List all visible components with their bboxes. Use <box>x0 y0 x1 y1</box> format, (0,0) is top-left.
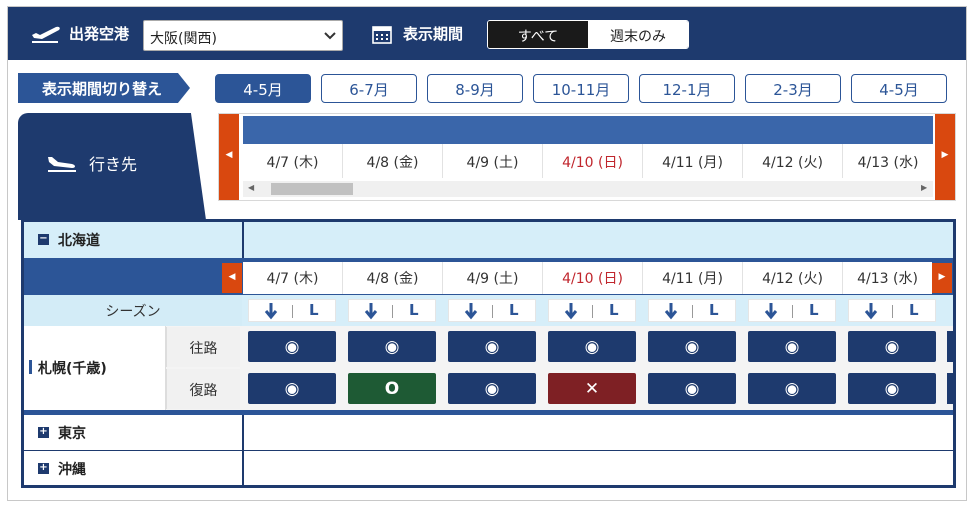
arrow-down-icon <box>564 303 578 320</box>
season-letter: L <box>609 301 619 319</box>
upper-date-cell: 4/12 (火) <box>743 144 843 178</box>
outbound-flight-button[interactable]: ◉ <box>548 331 636 362</box>
period-button-1[interactable]: 4-5月 <box>215 74 311 103</box>
calendar-icon <box>372 26 392 44</box>
region-toggle-tokyo[interactable]: + 東京 <box>24 415 242 450</box>
region-toggle-hokkaido[interactable]: − 北海道 <box>24 222 242 257</box>
destination-label: 行き先 <box>89 155 138 174</box>
departure-airport-label: 出発空港 <box>69 25 130 43</box>
scroll-left-arrow[interactable]: ◀ <box>219 114 239 200</box>
plane-landing-icon <box>48 157 76 172</box>
outbound-flight-button[interactable]: ◉ <box>648 331 736 362</box>
return-flight-button[interactable]: ◉ <box>748 373 836 404</box>
date-cell: 4/12 (火) <box>743 262 843 294</box>
return-flight-button[interactable]: ◉ <box>648 373 736 404</box>
outbound-flight-button[interactable]: ◉ <box>748 331 836 362</box>
season-letter: L <box>309 301 319 319</box>
arrow-down-icon <box>764 303 778 320</box>
departure-airport-select[interactable]: 大阪(関西) <box>143 20 343 51</box>
season-chip: L <box>848 299 936 322</box>
outbound-flight-button[interactable]: ◉ <box>448 331 536 362</box>
upper-date-cell: 4/11 (月) <box>643 144 743 178</box>
season-letter: L <box>409 301 419 319</box>
scroll-right-arrow[interactable]: ▶ <box>935 114 955 200</box>
arrow-down-icon <box>464 303 478 320</box>
region-name: 沖縄 <box>58 462 86 478</box>
season-label: シーズン <box>24 295 242 326</box>
return-flight-button-partial[interactable] <box>947 373 953 404</box>
region-name: 北海道 <box>58 233 100 249</box>
arrow-down-icon <box>664 303 678 320</box>
date-cell: 4/9 (土) <box>443 262 543 294</box>
period-button-5[interactable]: 12-1月 <box>639 74 735 103</box>
display-period-label: 表示期間 <box>403 25 464 43</box>
upper-date-cell: 4/9 (土) <box>443 144 543 178</box>
departure-airport-value: 大阪(関西) <box>150 31 217 47</box>
plus-icon: + <box>38 426 49 438</box>
period-switch-label: 表示期間切り替え <box>18 73 190 103</box>
outbound-flight-button[interactable]: ◉ <box>848 331 936 362</box>
region-name: 東京 <box>58 426 86 442</box>
plane-takeoff-icon <box>32 26 60 43</box>
season-letter: L <box>709 301 719 319</box>
return-label: 復路 <box>166 369 240 409</box>
toggle-all-button[interactable]: すべて <box>488 21 588 48</box>
minus-icon: − <box>38 233 49 245</box>
arrow-down-icon <box>364 303 378 320</box>
date-cell: 4/7 (木) <box>243 262 343 294</box>
period-button-3[interactable]: 8-9月 <box>427 74 523 103</box>
scrollbar-thumb[interactable] <box>271 183 353 195</box>
plus-icon: + <box>38 462 49 474</box>
return-flight-button[interactable]: ◉ <box>448 373 536 404</box>
header-bar: 出発空港 大阪(関西) 表示期間 すべて 週末のみ <box>8 7 966 60</box>
season-chip: L <box>748 299 836 322</box>
region-row-divider <box>242 415 953 450</box>
season-letter: L <box>909 301 919 319</box>
upper-date-header-bar <box>243 116 933 144</box>
arrow-down-icon <box>264 303 278 320</box>
date-cell-sunday: 4/10 (日) <box>543 262 643 294</box>
region-toggle-okinawa[interactable]: + 沖縄 <box>24 451 242 486</box>
return-flight-button[interactable]: ◉ <box>848 373 936 404</box>
season-letter: L <box>509 301 519 319</box>
upper-date-cell: 4/8 (金) <box>343 144 443 178</box>
season-chip: L <box>648 299 736 322</box>
upper-date-cell-sunday: 4/10 (日) <box>543 144 643 178</box>
arrow-down-icon <box>864 303 878 320</box>
season-chip: L <box>348 299 436 322</box>
return-flight-button-soldout[interactable]: ✕ <box>548 373 636 404</box>
outbound-flight-button-partial[interactable] <box>947 331 953 362</box>
table-scroll-right-arrow[interactable]: ▶ <box>932 263 952 293</box>
period-button-4[interactable]: 10-11月 <box>533 74 629 103</box>
region-row-divider <box>242 451 953 486</box>
chevron-down-icon <box>324 32 336 40</box>
period-toggle: すべて 週末のみ <box>487 20 689 49</box>
toggle-weekend-button[interactable]: 週末のみ <box>588 21 688 48</box>
scrollbar-left-icon[interactable]: ◀ <box>248 183 254 192</box>
period-button-2[interactable]: 6-7月 <box>321 74 417 103</box>
upper-date-cell: 4/7 (木) <box>243 144 343 178</box>
outbound-flight-button[interactable]: ◉ <box>248 331 336 362</box>
return-flight-button[interactable]: ◉ <box>248 373 336 404</box>
period-button-7[interactable]: 4-5月 <box>851 74 947 103</box>
table-scroll-left-arrow[interactable]: ◀ <box>222 263 242 293</box>
date-cell: 4/8 (金) <box>343 262 443 294</box>
region-row-divider <box>242 222 953 258</box>
season-chip: L <box>548 299 636 322</box>
city-marker <box>29 360 32 374</box>
outbound-flight-button[interactable]: ◉ <box>348 331 436 362</box>
season-chip: L <box>248 299 336 322</box>
season-letter: L <box>809 301 819 319</box>
return-flight-button[interactable]: O <box>348 373 436 404</box>
date-cell: 4/13 (水) <box>843 262 932 294</box>
outbound-label: 往路 <box>166 327 240 367</box>
season-chip: L <box>448 299 536 322</box>
upper-date-cell: 4/13 (水) <box>843 144 933 178</box>
date-cell: 4/11 (月) <box>643 262 743 294</box>
city-name: 札幌(千歳) <box>38 361 107 377</box>
scrollbar-right-icon[interactable]: ▶ <box>921 183 927 192</box>
period-button-6[interactable]: 2-3月 <box>745 74 841 103</box>
